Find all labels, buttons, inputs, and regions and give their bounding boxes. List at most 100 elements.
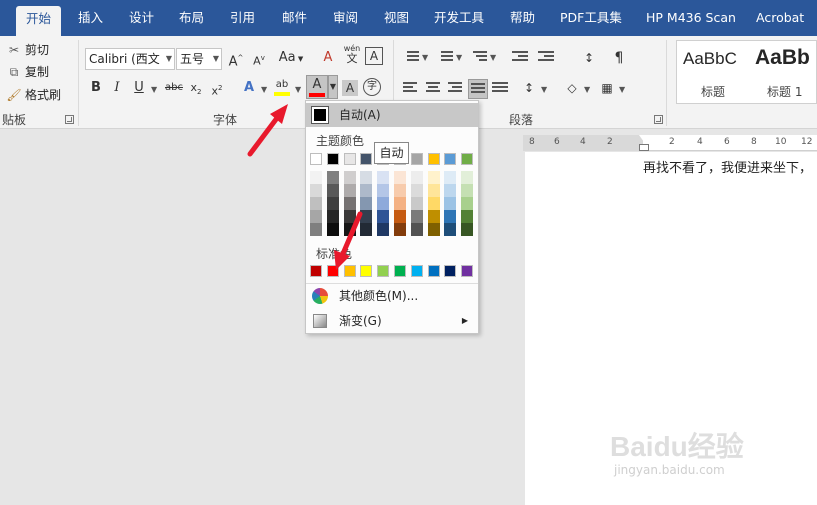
theme-shade-swatch[interactable] — [394, 197, 406, 210]
theme-shade-swatch[interactable] — [444, 197, 457, 210]
theme-shade-swatch[interactable] — [461, 223, 474, 236]
change-case-button[interactable]: Aa ▼ — [277, 47, 305, 69]
theme-shade-swatch[interactable] — [377, 197, 390, 210]
theme-shade-swatch[interactable] — [427, 197, 440, 210]
paragraph-launcher-icon[interactable] — [654, 115, 663, 124]
theme-shade-swatch[interactable] — [461, 197, 474, 210]
theme-shade-swatch[interactable] — [360, 171, 373, 184]
standard-color-swatch[interactable] — [394, 265, 406, 277]
theme-shade-swatch[interactable] — [394, 171, 406, 184]
subscript-button[interactable]: x2 — [187, 77, 205, 99]
align-left-icon[interactable] — [403, 82, 419, 96]
theme-color-swatch[interactable] — [410, 153, 423, 165]
grow-font-button[interactable]: A^ — [226, 47, 246, 69]
increase-indent-icon[interactable] — [538, 51, 554, 65]
theme-shade-swatch[interactable] — [410, 184, 423, 197]
theme-shade-swatch[interactable] — [377, 171, 390, 184]
character-border-icon[interactable]: A — [365, 47, 383, 65]
font-name-combo[interactable]: Calibri (西文 ▼ — [85, 48, 175, 70]
theme-shade-swatch[interactable] — [444, 184, 457, 197]
chevron-down-icon[interactable]: ▼ — [490, 53, 496, 62]
theme-shade-swatch[interactable] — [461, 171, 474, 184]
underline-button[interactable]: U — [130, 77, 148, 99]
gradient-option[interactable]: 渐变(G) ▶ — [306, 309, 478, 333]
chevron-down-icon[interactable]: ▼ — [619, 85, 625, 94]
shrink-font-button[interactable]: Av — [249, 47, 269, 69]
theme-shade-swatch[interactable] — [410, 197, 423, 210]
theme-shade-swatch[interactable] — [394, 210, 406, 223]
theme-color-swatch[interactable] — [461, 153, 474, 165]
clear-formatting-icon[interactable]: A — [318, 47, 338, 69]
theme-shade-swatch[interactable] — [377, 223, 390, 236]
theme-shade-swatch[interactable] — [410, 210, 423, 223]
theme-color-swatch[interactable] — [360, 153, 373, 165]
left-indent-marker[interactable] — [639, 144, 649, 151]
pinyin-guide-button[interactable]: wén 文 — [341, 44, 363, 66]
theme-shade-swatch[interactable] — [310, 197, 322, 210]
chevron-down-icon[interactable]: ▼ — [261, 85, 267, 94]
theme-shade-swatch[interactable] — [427, 223, 440, 236]
cut-button[interactable]: ✂ 剪切 — [6, 40, 49, 60]
tab-mailings[interactable]: 邮件 — [272, 0, 317, 36]
theme-color-swatch[interactable] — [427, 153, 440, 165]
decrease-indent-icon[interactable] — [512, 51, 528, 65]
strikethrough-button[interactable]: abc — [164, 77, 184, 99]
more-colors-option[interactable]: 其他颜色(M)... — [306, 284, 478, 308]
chevron-down-icon[interactable]: ▼ — [456, 53, 462, 62]
tab-view[interactable]: 视图 — [374, 0, 419, 36]
style-sample-title[interactable]: AaBbC — [683, 49, 737, 69]
font-size-combo[interactable]: 五号 ▼ — [176, 48, 222, 70]
tab-insert[interactable]: 插入 — [68, 0, 113, 36]
sort-icon[interactable]: ↕ — [580, 47, 598, 69]
highlight-color-button[interactable]: ab — [272, 74, 292, 96]
theme-shade-swatch[interactable] — [444, 171, 457, 184]
tab-acrobat[interactable]: Acrobat — [746, 0, 814, 36]
font-color-dropdown-button[interactable]: ▼ — [328, 75, 338, 99]
bullets-icon[interactable] — [403, 51, 419, 65]
theme-shade-swatch[interactable] — [461, 210, 474, 223]
superscript-button[interactable]: x2 — [208, 77, 226, 99]
theme-shade-swatch[interactable] — [444, 210, 457, 223]
tab-layout[interactable]: 布局 — [169, 0, 214, 36]
standard-color-swatch[interactable] — [377, 265, 390, 277]
theme-shade-swatch[interactable] — [377, 184, 390, 197]
align-center-icon[interactable] — [426, 82, 442, 96]
numbering-icon[interactable] — [437, 51, 453, 65]
borders-icon[interactable]: ▦ — [598, 77, 616, 99]
chevron-down-icon[interactable]: ▼ — [422, 53, 428, 62]
align-right-icon[interactable] — [448, 82, 464, 96]
enclose-characters-button[interactable]: 字 — [363, 78, 381, 96]
standard-color-swatch[interactable] — [410, 265, 423, 277]
tab-developer[interactable]: 开发工具 — [424, 0, 494, 36]
theme-shade-swatch[interactable] — [343, 184, 356, 197]
text-effects-icon[interactable]: A — [240, 77, 258, 99]
tab-design[interactable]: 设计 — [119, 0, 164, 36]
theme-shade-swatch[interactable] — [461, 184, 474, 197]
automatic-color-option[interactable]: 自动(A) — [306, 103, 478, 127]
theme-color-swatch[interactable] — [444, 153, 457, 165]
theme-shade-swatch[interactable] — [444, 223, 457, 236]
tab-hp-scan[interactable]: HP M436 Scan — [636, 0, 746, 36]
tab-home[interactable]: 开始 — [16, 6, 62, 36]
standard-color-swatch[interactable] — [461, 265, 474, 277]
standard-color-swatch[interactable] — [427, 265, 440, 277]
tab-pdf-tools[interactable]: PDF工具集 — [550, 0, 632, 36]
shading-icon[interactable]: ◇ — [563, 77, 581, 99]
tab-review[interactable]: 审阅 — [323, 0, 368, 36]
theme-shade-swatch[interactable] — [310, 210, 322, 223]
multilevel-list-icon[interactable] — [471, 51, 487, 65]
theme-color-swatch[interactable] — [326, 153, 339, 165]
bold-button[interactable]: B — [87, 77, 105, 99]
line-spacing-icon[interactable]: ↕ — [520, 77, 538, 99]
theme-shade-swatch[interactable] — [310, 223, 322, 236]
document-text[interactable]: 再找不看了，我便进来坐下， — [643, 157, 812, 176]
distributed-icon[interactable] — [492, 82, 508, 96]
theme-shade-swatch[interactable] — [427, 171, 440, 184]
theme-shade-swatch[interactable] — [360, 184, 373, 197]
first-line-indent-marker[interactable] — [639, 135, 649, 142]
theme-shade-swatch[interactable] — [326, 171, 339, 184]
theme-shade-swatch[interactable] — [410, 171, 423, 184]
chevron-down-icon[interactable]: ▼ — [584, 85, 590, 94]
standard-color-swatch[interactable] — [310, 265, 322, 277]
theme-color-swatch[interactable] — [310, 153, 322, 165]
